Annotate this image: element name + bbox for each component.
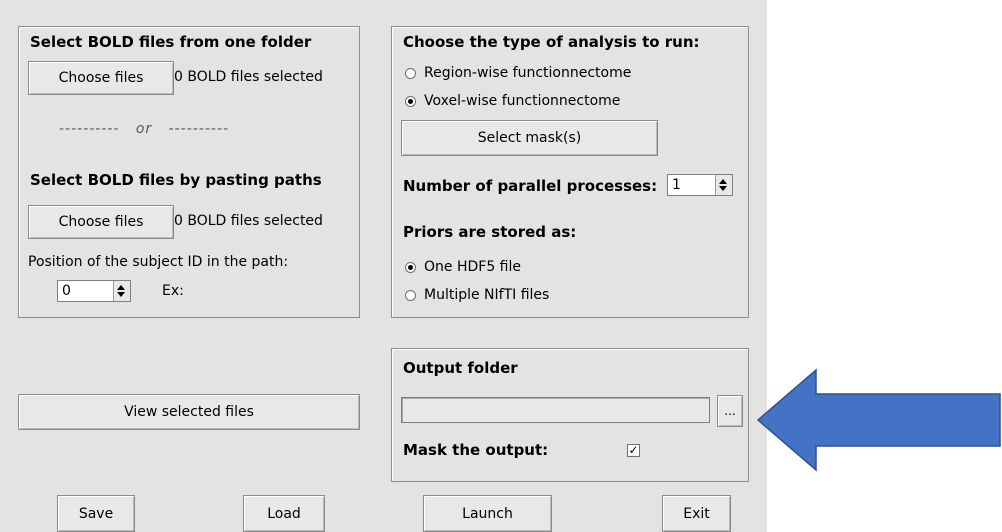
analysis-options-panel: Choose the type of analysis to run: Regi… — [391, 26, 749, 318]
subject-id-position-spinbox[interactable]: 0 — [57, 280, 131, 302]
folder-choose-files-button[interactable]: Choose files — [28, 61, 174, 95]
radio-unselected-icon — [405, 289, 416, 301]
radio-multiple-nifti[interactable]: Multiple NIfTI files — [405, 287, 549, 303]
select-masks-button[interactable]: Select mask(s) — [401, 120, 658, 156]
subject-id-position-label: Position of the subject ID in the path: — [28, 254, 289, 270]
check-icon: ✓ — [628, 443, 639, 457]
radio-multiple-nifti-label: Multiple NIfTI files — [424, 287, 550, 303]
radio-one-hdf5[interactable]: One HDF5 file — [405, 259, 521, 275]
priors-heading: Priors are stored as: — [403, 223, 577, 241]
view-selected-files-button[interactable]: View selected files — [18, 394, 360, 430]
radio-selected-icon — [405, 95, 416, 107]
radio-region-wise-label: Region-wise functionnectome — [424, 65, 632, 81]
annotation-arrow-icon — [756, 368, 1001, 472]
bold-selection-panel: Select BOLD files from one folder Choose… — [18, 26, 360, 318]
subject-id-position-value: 0 — [62, 283, 71, 299]
folder-heading: Select BOLD files from one folder — [30, 33, 312, 51]
radio-region-wise[interactable]: Region-wise functionnectome — [405, 65, 631, 81]
output-folder-path-field[interactable] — [401, 397, 710, 423]
radio-voxel-wise-label: Voxel-wise functionnectome — [424, 93, 621, 109]
paste-heading: Select BOLD files by pasting paths — [30, 171, 322, 189]
folder-files-count: 0 BOLD files selected — [174, 69, 323, 85]
parallel-processes-value: 1 — [672, 177, 681, 193]
parallel-processes-spinbox[interactable]: 1 — [667, 174, 733, 196]
radio-one-hdf5-label: One HDF5 file — [424, 259, 521, 275]
radio-voxel-wise[interactable]: Voxel-wise functionnectome — [405, 93, 620, 109]
or-divider: ---------- or ---------- — [59, 121, 230, 137]
save-button[interactable]: Save — [57, 495, 135, 532]
browse-output-folder-button[interactable]: ... — [717, 395, 743, 427]
example-label: Ex: — [162, 283, 184, 299]
mask-output-checkbox[interactable]: ✓ — [627, 444, 640, 457]
spin-arrows-icon[interactable] — [715, 175, 732, 195]
output-folder-heading: Output folder — [403, 359, 518, 377]
radio-unselected-icon — [405, 67, 416, 79]
functionnectome-window: Select BOLD files from one folder Choose… — [0, 0, 767, 532]
analysis-type-heading: Choose the type of analysis to run: — [403, 33, 700, 51]
mask-output-label: Mask the output: — [403, 441, 549, 459]
output-folder-panel: Output folder ... Mask the output: ✓ — [391, 348, 749, 482]
annotation-arrow-shape — [756, 368, 1001, 472]
exit-button[interactable]: Exit — [662, 495, 731, 532]
paste-choose-files-button[interactable]: Choose files — [28, 205, 174, 239]
spin-arrows-icon[interactable] — [113, 281, 130, 301]
launch-button[interactable]: Launch — [423, 495, 552, 532]
paste-files-count: 0 BOLD files selected — [174, 213, 323, 229]
radio-selected-icon — [405, 261, 416, 273]
load-button[interactable]: Load — [243, 495, 325, 532]
parallel-processes-label: Number of parallel processes: — [403, 177, 658, 195]
